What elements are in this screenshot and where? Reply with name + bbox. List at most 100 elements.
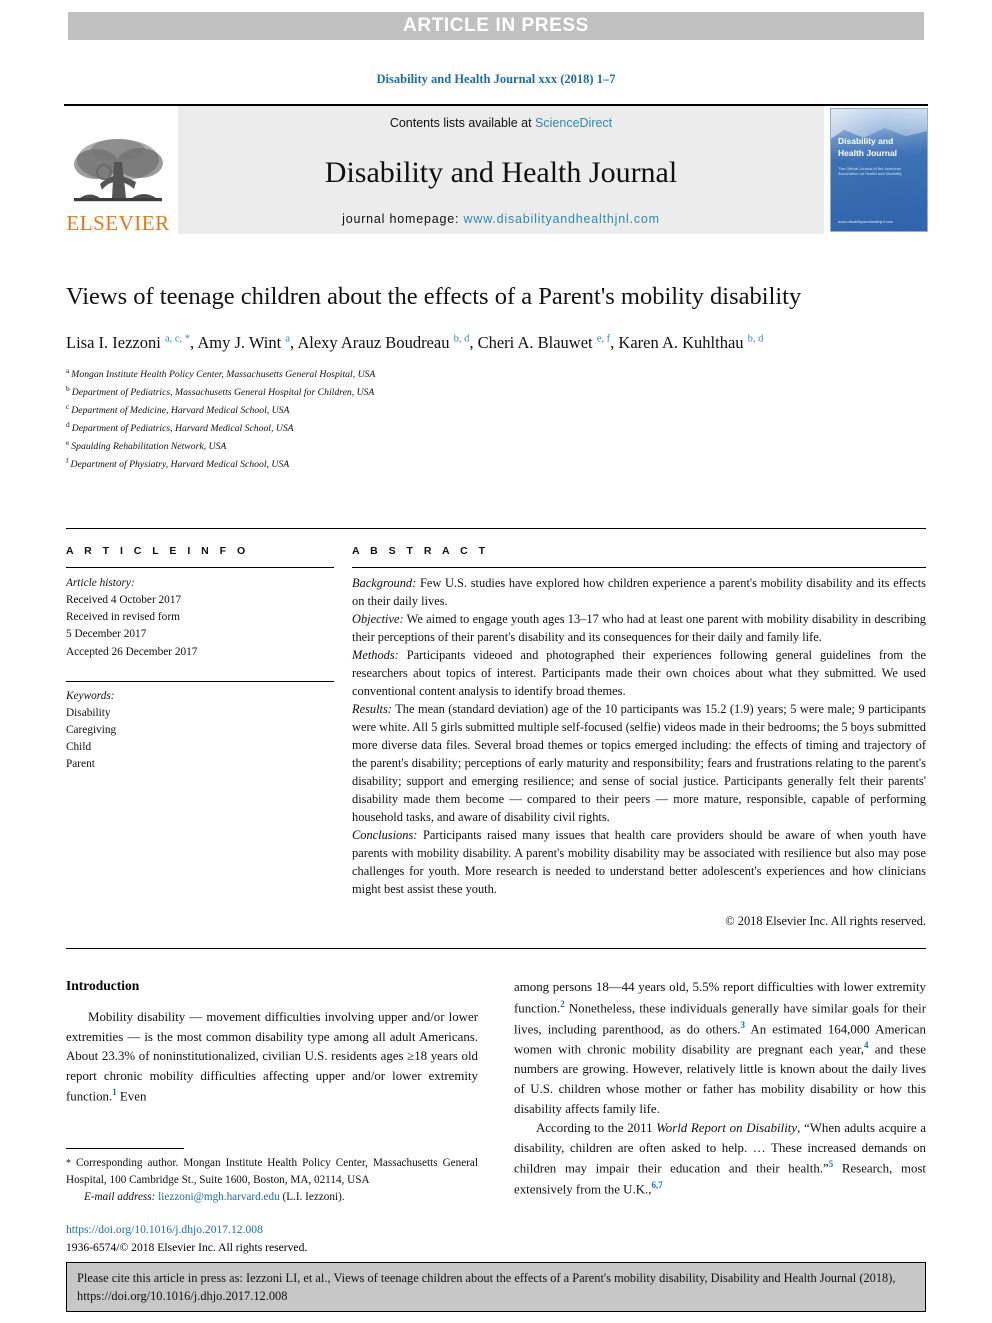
affiliation-label: e [66,437,70,447]
affiliation-item: a Mongan Institute Health Policy Center, … [66,365,926,383]
article-info-rule [66,567,334,568]
author-list: Lisa I. Iezzoni a, c, *, Amy J. Wint a, … [66,332,764,352]
cover-title-line2: Health Journal [838,148,898,159]
affiliation-item: b Department of Pediatrics, Massachusetts… [66,383,926,401]
article-info-column: A R T I C L E I N F O Article history: R… [66,545,352,931]
introduction-right-text: among persons 18—44 years old, 5.5% repo… [514,978,926,1200]
affiliation-text: Department of Pediatrics, Massachusetts … [71,386,375,398]
affiliation-text: Mongan Institute Health Policy Center, M… [71,369,376,381]
article-info-heading: A R T I C L E I N F O [66,545,250,557]
abstract-section-text: We aimed to engage youth ages 13–17 who … [352,611,926,644]
affiliation-text: Department of Pediatrics, Harvard Medica… [71,422,294,434]
abstract-rule [352,567,926,568]
title-block: Views of teenage children about the effe… [66,282,926,473]
keyword-item: Child [66,741,92,754]
body-section-rule [66,948,926,949]
journal-homepage-line: journal homepage: www.disabilityandhealt… [178,212,824,226]
keywords-label: Keywords: [66,689,115,702]
body-paragraph: Mobility disability — movement difficult… [66,1010,478,1104]
history-item: 5 December 2017 [66,628,147,641]
affiliation-label: d [66,419,70,429]
doi-and-issn-block: https://doi.org/10.1016/j.dhjo.2017.12.0… [66,1221,478,1256]
abstract-section-label: Results: [352,701,392,716]
elsevier-wordmark: ELSEVIER [66,211,170,235]
affiliation-label: b [66,383,70,393]
affiliation-item: d Department of Pediatrics, Harvard Medic… [66,419,926,437]
history-item: Received in revised form [66,611,180,624]
info-and-abstract-section: A R T I C L E I N F O Article history: R… [66,528,926,931]
abstract-paragraph: Background: Few U.S. studies have explor… [352,575,926,611]
abstract-paragraph: Results: The mean (standard deviation) a… [352,701,926,827]
affiliation-text: Spaulding Rehabilitation Network, USA [71,440,227,452]
abstract-paragraph: Methods: Participants videoed and photog… [352,647,926,701]
abstract-section-text: The mean (standard deviation) age of the… [352,701,926,824]
journal-name: Disability and Health Journal [324,156,678,189]
article-in-press-banner: ARTICLE IN PRESS [68,12,924,40]
page-title: Views of teenage children about the effe… [66,283,802,310]
affiliation-label: a [66,365,70,375]
body-paragraph: among persons 18—44 years old, 5.5% repo… [514,980,926,1116]
elsevier-logo: ELSEVIER [64,106,172,234]
journal-cover-thumbnail: Disability and Health Journal The Offici… [830,108,928,232]
footnote-rule [66,1148,184,1149]
running-head: Disability and Health Journal xxx (2018)… [376,72,616,86]
introduction-left-text: Mobility disability — movement difficult… [66,1008,478,1107]
abstract-heading: A B S T R A C T [352,545,489,557]
affiliation-item: f Department of Physiatry, Harvard Medica… [66,455,926,473]
abstract-section-label: Conclusions: [352,827,418,842]
homepage-prefix: journal homepage: [342,212,464,226]
journal-homepage-link[interactable]: www.disabilityandhealthjnl.com [464,212,660,226]
keyword-item: Caregiving [66,724,117,737]
body-paragraph: According to the 2011 World Report on Di… [514,1121,926,1197]
cite-this-article-text: Please cite this article in press as: Ie… [77,1271,896,1303]
abstract-paragraph: Objective: We aimed to engage youth ages… [352,611,926,647]
body-right-column: among persons 18—44 years old, 5.5% repo… [514,978,926,1200]
cover-subtitle: The Official Journal of the American Ass… [838,166,902,177]
abstract-section-label: Background: [352,576,417,590]
keyword-item: Disability [66,706,111,719]
article-history-label: Article history: [66,577,135,589]
affiliation-text: Department of Physiatry, Harvard Medical… [70,458,290,470]
keywords-rule [66,680,334,682]
footnote-block: * Corresponding author. Mongan Institute… [66,1148,478,1256]
article-in-press-label: ARTICLE IN PRESS [403,15,589,36]
abstract-section-text: Participants videoed and photographed th… [352,647,926,698]
affiliation-list: a Mongan Institute Health Policy Center, … [66,365,926,473]
keyword-item: Parent [66,758,95,771]
sciencedirect-link[interactable]: ScienceDirect [535,116,612,130]
affiliation-label: f [66,455,69,465]
doi-link[interactable]: https://doi.org/10.1016/j.dhjo.2017.12.0… [66,1221,478,1238]
history-item: Received 4 October 2017 [66,594,182,607]
article-history-block: Article history: Received 4 October 2017… [66,575,334,661]
journal-masthead: ELSEVIER Contents lists available at Sci… [64,104,928,234]
abstract-section-text: Participants raised many issues that hea… [352,827,926,896]
history-item: Accepted 26 December 2017 [66,645,198,658]
email-owner: (L.I. Iezzoni). [282,1190,345,1203]
contents-prefix: Contents lists available at [389,116,536,130]
email-label: E-mail address: [84,1190,156,1203]
abstract-section-label: Objective: [352,611,404,626]
email-link[interactable]: liezzoni@mgh.harvard.edu [158,1191,280,1203]
masthead-center-panel: Contents lists available at ScienceDirec… [178,106,824,234]
affiliation-item: e Spaulding Rehabilitation Network, USA [66,437,926,455]
affiliation-label: c [66,401,70,411]
issn-copyright-line: 1936-6574/© 2018 Elsevier Inc. All right… [66,1240,308,1254]
corresponding-author-note: * Corresponding author. Mongan Institute… [66,1157,478,1186]
abstract-section-text: Few U.S. studies have explored how child… [352,576,926,608]
keywords-block: Keywords: Disability Caregiving Child Pa… [66,688,334,774]
abstract-section-label: Methods: [352,647,399,662]
contents-lists-line: Contents lists available at ScienceDirec… [178,116,824,130]
abstract-copyright: © 2018 Elsevier Inc. All rights reserved… [725,913,926,928]
cover-title: Disability and Health Journal [838,135,897,160]
elsevier-tree-icon [74,139,163,202]
abstract-column: A B S T R A C T Background: Few U.S. stu… [352,545,926,931]
cover-title-line1: Disability and [838,136,894,146]
affiliation-text: Department of Medicine, Harvard Medical … [71,404,290,416]
introduction-heading: Introduction [66,978,140,993]
cover-footer-url: www.disabilityandhealthjnl.com [838,219,894,224]
cite-this-article-box: Please cite this article in press as: Ie… [66,1262,926,1312]
abstract-body: Background: Few U.S. studies have explor… [352,575,926,931]
abstract-paragraph: Conclusions: Participants raised many is… [352,827,926,899]
affiliation-item: c Department of Medicine, Harvard Medical… [66,401,926,419]
